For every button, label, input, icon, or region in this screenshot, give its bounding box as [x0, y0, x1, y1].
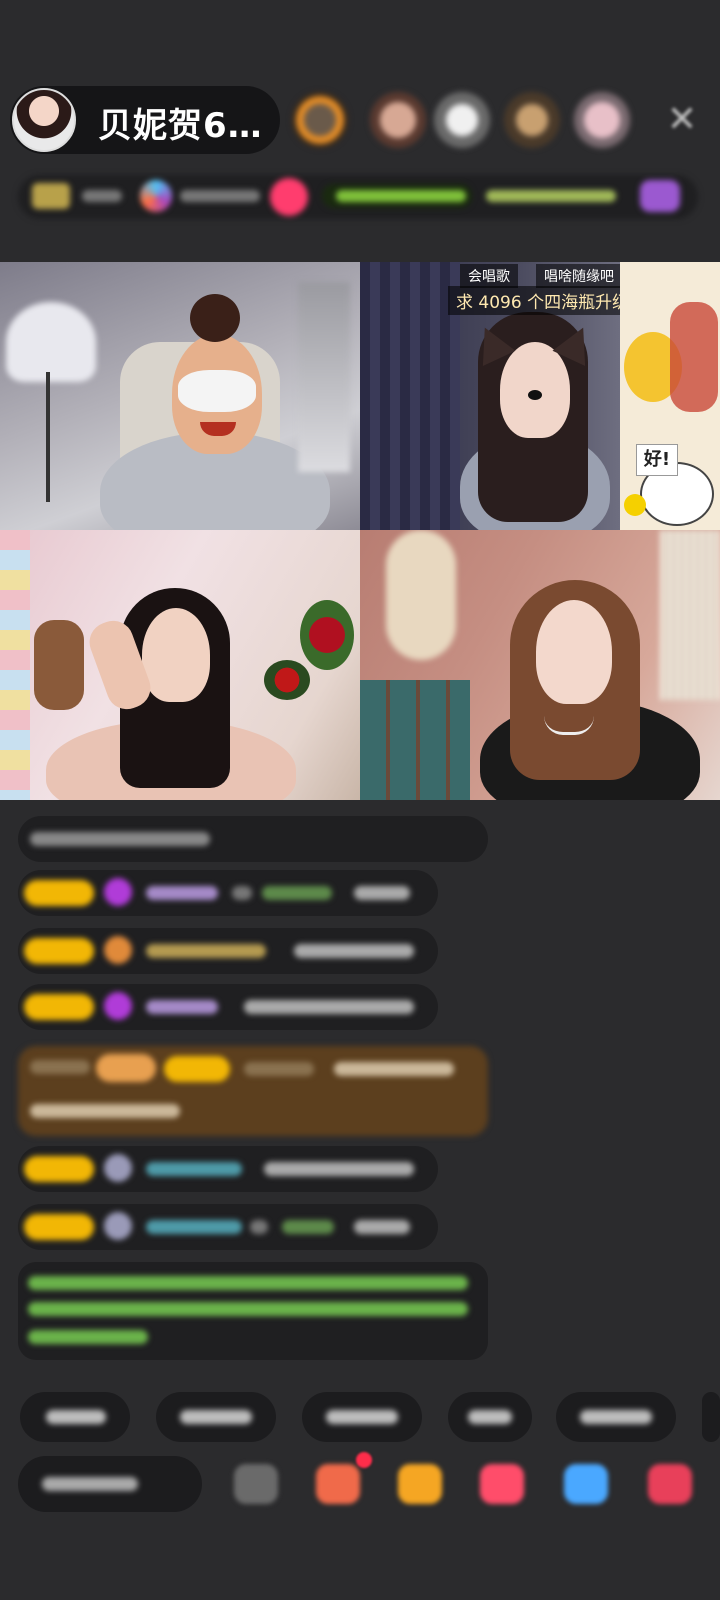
chat-text: [354, 1220, 410, 1234]
tag-blob: [336, 190, 466, 202]
fan-icon: [140, 180, 172, 212]
roses-decor: [300, 600, 354, 670]
info-blob: [486, 190, 616, 202]
tree-decor: [298, 282, 350, 472]
heart-icon: [270, 178, 308, 216]
cat-nose: [528, 390, 542, 400]
viewer-avatar[interactable]: [292, 92, 348, 148]
chat-username: [146, 1162, 242, 1176]
chip-text: [580, 1410, 652, 1424]
treasure-icon[interactable]: [398, 1464, 442, 1504]
viewer-avatar[interactable]: [370, 92, 426, 148]
video-tile-4[interactable]: [360, 530, 720, 800]
game-icon[interactable]: [480, 1464, 524, 1504]
viewer-avatar[interactable]: [504, 92, 560, 148]
chip-text: [468, 1410, 512, 1424]
dreamcatcher-decor: [386, 530, 456, 660]
chip-text: [180, 1410, 252, 1424]
avatar-icon: [104, 1212, 132, 1240]
decor-shelf: [0, 530, 30, 800]
overlay-text-line1: 会唱歌 唱啥随缘吧: [460, 264, 620, 288]
level-badge: [24, 1156, 94, 1182]
level-badge: [24, 1214, 94, 1240]
gift-icon: [640, 180, 680, 212]
level-badge: [24, 880, 94, 906]
lamp-decor: [660, 530, 720, 700]
chat-username: [244, 1062, 314, 1076]
streamer-face: [142, 608, 210, 702]
info-blob: [180, 190, 260, 202]
cartoon-sticker: [670, 302, 718, 412]
viewer-avatar[interactable]: [434, 92, 490, 148]
streamer-face: [536, 600, 612, 704]
host-name[interactable]: 贝妮贺6…: [98, 98, 263, 147]
chat-username: [146, 886, 218, 900]
chat-text: [354, 886, 410, 900]
chat-username: [146, 1220, 242, 1234]
info-blob: [82, 190, 122, 202]
rank-icon: [32, 183, 70, 209]
video-tile-3[interactable]: [0, 530, 360, 800]
quick-reply-chip[interactable]: [702, 1392, 720, 1442]
gem-icon: [104, 992, 132, 1020]
cartoon-chick: [624, 494, 646, 516]
chat-text: [282, 1220, 334, 1234]
chat-username: [146, 1000, 218, 1014]
input-placeholder: [42, 1477, 138, 1491]
lamp-decor: [6, 302, 96, 382]
face-mask-effect: [178, 370, 256, 412]
chat-text: [334, 1062, 454, 1076]
notice-text: [28, 1276, 468, 1290]
chat-text: [30, 1104, 180, 1118]
curtain: [360, 262, 460, 530]
chat-username: [146, 944, 266, 958]
fan-club-icon: [104, 936, 132, 964]
avatar-icon: [104, 1154, 132, 1182]
host-avatar[interactable]: [12, 88, 76, 152]
overlay-tag: 会唱歌: [460, 264, 518, 288]
chat-text: [294, 944, 414, 958]
chat-text: [30, 1060, 90, 1074]
gift-message[interactable]: [18, 1046, 488, 1136]
lamp-stand: [46, 372, 50, 502]
video-tile-1[interactable]: [0, 262, 360, 530]
level-badge: [24, 938, 94, 964]
video-tile-2[interactable]: 会唱歌 唱啥随缘吧 求 4096 个四海瓶升级~~: [360, 262, 620, 530]
level-badge: [24, 994, 94, 1020]
chat-text: [244, 1000, 414, 1014]
overlay-tag: 唱啥随缘吧: [536, 264, 620, 288]
chip-text: [326, 1410, 398, 1424]
overlay-text-line2: 求 4096 个四海瓶升级~~: [448, 286, 620, 315]
chat-text: [30, 832, 210, 846]
gem-icon: [104, 878, 132, 906]
roses-decor: [264, 660, 310, 700]
notice-text: [28, 1330, 148, 1344]
chat-text: [232, 886, 252, 900]
gift-badge: [96, 1054, 156, 1082]
gift-icon[interactable]: [648, 1464, 692, 1504]
sticker-tile[interactable]: [620, 262, 720, 530]
sticker-caption: 好!: [636, 444, 678, 476]
notification-dot: [356, 1452, 372, 1468]
chip-text: [46, 1410, 106, 1424]
chat-text: [250, 1220, 268, 1234]
shelf-decor: [360, 680, 470, 800]
chat-text: [264, 1162, 414, 1176]
level-badge: [164, 1056, 230, 1082]
chat-icon[interactable]: [564, 1464, 608, 1504]
notice-text: [28, 1302, 468, 1316]
streamer-hair: [190, 294, 240, 342]
reindeer-decor: [34, 620, 84, 710]
close-icon[interactable]: ✕: [662, 100, 702, 140]
chat-text: [262, 886, 332, 900]
gift-box-icon[interactable]: [316, 1464, 360, 1504]
emoji-icon[interactable]: [234, 1464, 278, 1504]
viewer-avatar[interactable]: [574, 92, 630, 148]
